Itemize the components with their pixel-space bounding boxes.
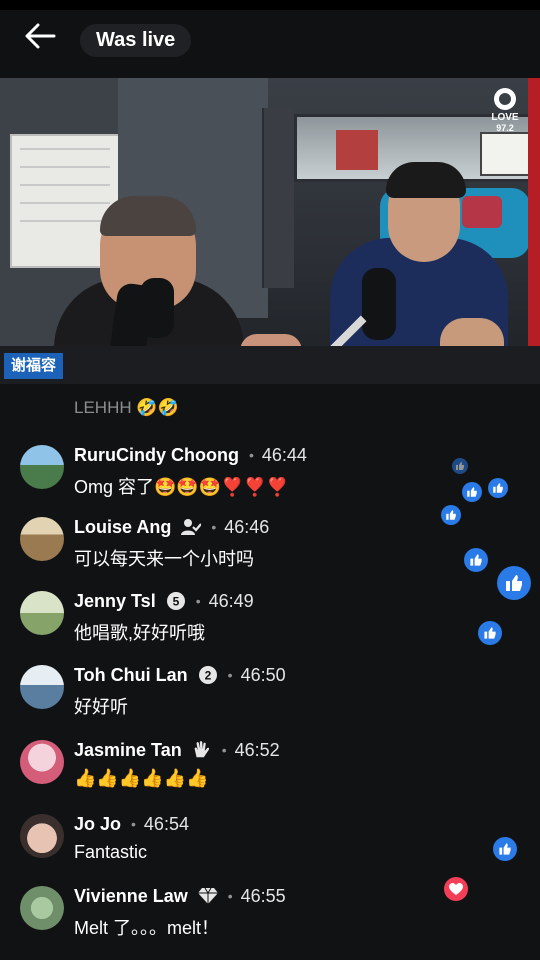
commenter-name[interactable]: RuruCindy Choong bbox=[74, 445, 239, 466]
like-reaction-icon bbox=[452, 458, 468, 474]
avatar[interactable] bbox=[20, 517, 64, 561]
like-reaction-icon bbox=[497, 566, 531, 600]
separator-dot: • bbox=[211, 519, 217, 535]
comment-time: 46:49 bbox=[208, 590, 254, 611]
avatar[interactable] bbox=[20, 591, 64, 635]
comment-text: 👍👍👍👍👍👍 bbox=[74, 768, 209, 788]
red-strip bbox=[528, 78, 540, 384]
partial-comment: LEHHH 🤣🤣 bbox=[74, 398, 179, 417]
person-check-icon bbox=[181, 517, 202, 537]
avatar[interactable] bbox=[20, 814, 64, 858]
pillow bbox=[462, 196, 502, 228]
like-reaction-icon bbox=[493, 837, 517, 861]
logo-text: LOVE bbox=[491, 112, 519, 123]
commenter-name[interactable]: Jenny Tsl bbox=[74, 591, 156, 612]
comment-item[interactable]: Jo Jo • 46:54 Fantastic bbox=[20, 812, 440, 868]
wave-icon bbox=[192, 740, 212, 760]
status-bar bbox=[0, 0, 540, 10]
top-bar: Was live bbox=[0, 0, 540, 78]
comment-text: Melt 了。。。melt！ bbox=[74, 918, 220, 938]
avatar[interactable] bbox=[20, 665, 64, 709]
logo-mark-icon bbox=[494, 88, 516, 110]
comment-time: 46:46 bbox=[224, 516, 270, 537]
red-panel bbox=[336, 130, 378, 170]
comment-text: Omg 容了🤩🤩🤩❣️❣️❣️ bbox=[74, 477, 289, 497]
diamond-icon bbox=[197, 886, 218, 906]
separator-dot: • bbox=[227, 888, 233, 904]
comment-item[interactable]: RuruCindy Choong • 46:44 Omg 容了🤩🤩🤩❣️❣️❣️ bbox=[20, 443, 440, 499]
live-video[interactable]: LOVE 97.2 bbox=[0, 78, 540, 384]
like-reaction-icon bbox=[488, 478, 508, 498]
avatar[interactable] bbox=[20, 886, 64, 930]
commenter-name[interactable]: Toh Chui Lan bbox=[74, 665, 188, 686]
commenter-name[interactable]: Vivienne Law bbox=[74, 886, 188, 907]
comment-time: 46:44 bbox=[261, 444, 307, 465]
commenter-name[interactable]: Jo Jo bbox=[74, 814, 121, 835]
level-badge: 5 bbox=[166, 591, 186, 611]
svg-text:2: 2 bbox=[204, 669, 211, 683]
separator-dot: • bbox=[248, 447, 254, 463]
comment-item[interactable]: Jasmine Tan • 46:52 👍👍👍👍👍👍 bbox=[20, 738, 440, 794]
microphone-center bbox=[140, 278, 174, 338]
whiteboard-notes bbox=[20, 148, 110, 228]
door bbox=[262, 108, 294, 288]
comment-item[interactable]: Louise Ang • 46:46 可以每天来一个小时吗 bbox=[20, 515, 440, 571]
comment-time: 46:55 bbox=[240, 885, 286, 906]
separator-dot: • bbox=[227, 667, 233, 683]
like-reaction-icon bbox=[462, 482, 482, 502]
comment-item[interactable]: Jenny Tsl 5 • 46:49 他唱歌,好好听哦 bbox=[20, 589, 440, 645]
comment-text: Fantastic bbox=[74, 842, 148, 862]
svg-text:5: 5 bbox=[172, 595, 179, 609]
logo-sub: 97.2 bbox=[496, 123, 514, 133]
commenter-name[interactable]: Louise Ang bbox=[74, 517, 171, 538]
level-badge: 2 bbox=[198, 665, 218, 685]
comment-time: 46:54 bbox=[143, 813, 189, 834]
separator-dot: • bbox=[195, 593, 201, 609]
guest-right-hair bbox=[386, 162, 466, 198]
avatar[interactable] bbox=[20, 740, 64, 784]
separator-dot: • bbox=[221, 742, 227, 758]
arrow-left-icon bbox=[25, 23, 56, 49]
comment-item[interactable]: Vivienne Law • 46:55 Melt 了。。。melt！ bbox=[20, 884, 440, 940]
comment-item[interactable]: Toh Chui Lan 2 • 46:50 好好听 bbox=[20, 663, 440, 719]
heart-reaction-icon bbox=[444, 877, 468, 901]
like-reaction-icon bbox=[441, 505, 461, 525]
comment-time: 46:52 bbox=[234, 739, 280, 760]
separator-dot: • bbox=[131, 816, 136, 832]
avatar[interactable] bbox=[20, 445, 64, 489]
station-logo: LOVE 97.2 bbox=[486, 88, 524, 133]
comment-text: 他唱歌,好好听哦 bbox=[74, 623, 206, 643]
back-button[interactable] bbox=[20, 20, 60, 52]
name-tag: 谢福容 bbox=[4, 353, 64, 379]
comment-text: 可以每天来一个小时吗 bbox=[74, 549, 254, 569]
like-reaction-icon bbox=[464, 548, 488, 572]
host-left-hair bbox=[100, 196, 196, 236]
commenter-name[interactable]: Jasmine Tan bbox=[74, 740, 182, 761]
like-reaction-icon bbox=[478, 621, 502, 645]
comment-text: 好好听 bbox=[74, 697, 128, 717]
comment-time: 46:50 bbox=[240, 664, 286, 685]
microphone-right bbox=[362, 268, 396, 340]
desk bbox=[0, 346, 540, 384]
wall-sign bbox=[480, 132, 530, 176]
page-title: Was live bbox=[80, 24, 192, 57]
